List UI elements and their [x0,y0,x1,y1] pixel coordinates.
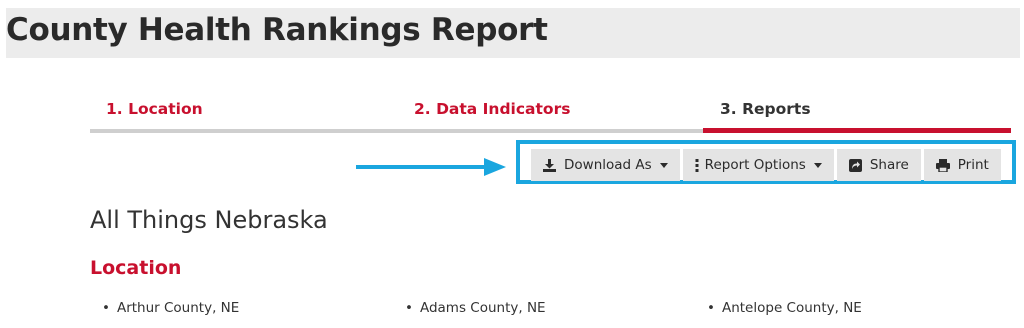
vertical-ellipsis-icon [695,158,699,172]
print-button[interactable]: Print [923,149,1001,181]
report-options-button[interactable]: Report Options [682,149,834,181]
share-button[interactable]: Share [836,149,921,181]
chevron-down-icon [659,162,668,168]
print-label: Print [957,157,989,173]
share-label: Share [869,157,909,173]
location-list: Arthur County, NE Adams County, NE Antel… [0,298,1024,322]
share-icon [848,158,862,172]
pointer-arrow-icon [356,158,506,176]
step-active-indicator [703,128,1011,133]
step-progress: 1. Location 2. Data Indicators 3. Report… [90,92,1011,134]
step-location[interactable]: 1. Location [106,99,203,119]
report-options-label: Report Options [704,157,806,173]
title-bar: County Health Rankings Report [6,8,1020,58]
download-as-label: Download As [564,157,652,173]
printer-icon [935,158,950,172]
list-item: Antelope County, NE [707,298,862,318]
page-title: County Health Rankings Report [6,12,548,48]
download-as-button[interactable]: Download As [531,149,680,181]
chevron-down-icon [813,162,822,168]
list-item: Arthur County, NE [102,298,239,318]
list-item: Adams County, NE [405,298,546,318]
step-reports[interactable]: 3. Reports [720,99,811,119]
report-toolbar: Download As Report Options Share Print [531,149,1001,181]
step-data-indicators[interactable]: 2. Data Indicators [414,99,570,119]
location-heading: Location [90,257,182,279]
report-title: All Things Nebraska [90,206,328,234]
download-icon [543,158,556,172]
